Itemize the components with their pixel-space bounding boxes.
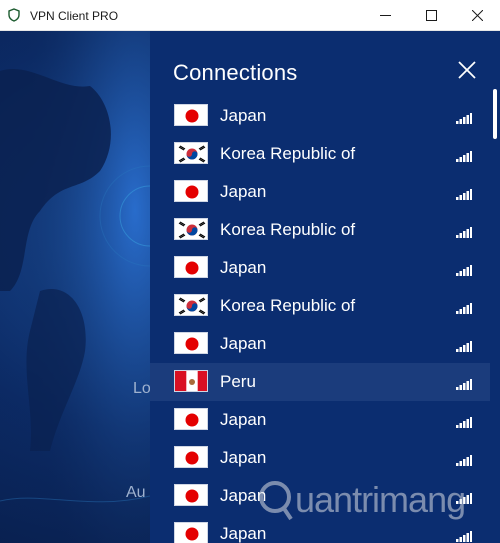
shield-app-icon [8, 8, 20, 22]
close-icon[interactable] [456, 59, 478, 81]
connection-row[interactable]: Japan [150, 401, 490, 439]
signal-bars-icon [456, 111, 472, 124]
signal-bars-icon [456, 339, 472, 352]
panel-title: Connections [173, 60, 298, 85]
connection-row[interactable]: Japan [150, 249, 490, 287]
signal-bars-icon [456, 263, 472, 276]
signal-bars-icon [456, 377, 472, 390]
country-name: Japan [220, 410, 267, 429]
country-name: Japan [220, 448, 267, 467]
maximize-icon [425, 10, 437, 21]
background-label-partial: Au [126, 484, 146, 501]
korea-flag-icon [174, 218, 208, 240]
connection-row[interactable]: Japan [150, 325, 490, 363]
watermark: uantrimang [255, 471, 495, 531]
window-close-button[interactable] [454, 0, 500, 31]
country-name: Japan [220, 182, 267, 201]
connection-row[interactable]: Japan [150, 173, 490, 211]
signal-bars-icon [456, 149, 472, 162]
minimize-button[interactable] [362, 0, 408, 31]
korea-flag-icon [174, 142, 208, 164]
country-name: Korea Republic of [220, 220, 356, 239]
japan-flag-icon [174, 104, 208, 126]
globe-illustration [0, 31, 150, 543]
signal-bars-icon [456, 187, 472, 200]
title-bar: VPN Client PRO [0, 0, 500, 31]
connection-row[interactable]: Korea Republic of [150, 135, 490, 173]
korea-flag-icon [174, 294, 208, 316]
connection-row[interactable]: Peru [150, 363, 490, 401]
country-name: Korea Republic of [220, 296, 356, 315]
signal-bars-icon [456, 453, 472, 466]
japan-flag-icon [174, 180, 208, 202]
connection-row[interactable]: Japan [150, 97, 490, 135]
connection-row[interactable]: Korea Republic of [150, 287, 490, 325]
watermark-logo-icon [259, 481, 293, 521]
country-name: Korea Republic of [220, 144, 356, 163]
watermark-text: uantrimang [295, 479, 466, 520]
connection-row[interactable]: Korea Republic of [150, 211, 490, 249]
connections-panel: Connections Japan Korea Republic of Japan K… [150, 31, 500, 543]
background-label-partial: Lo [133, 380, 151, 397]
country-name: Japan [220, 334, 267, 353]
japan-flag-icon [174, 484, 208, 506]
minimize-icon [379, 15, 391, 16]
country-name: Japan [220, 106, 267, 125]
country-name: Peru [220, 372, 256, 391]
japan-flag-icon [174, 256, 208, 278]
country-name: Japan [220, 258, 267, 277]
japan-flag-icon [174, 446, 208, 468]
signal-bars-icon [456, 301, 472, 314]
japan-flag-icon [174, 408, 208, 430]
window-title: VPN Client PRO [30, 9, 119, 23]
close-icon [471, 10, 483, 21]
japan-flag-icon [174, 332, 208, 354]
peru-flag-icon [174, 370, 208, 392]
signal-bars-icon [456, 415, 472, 428]
maximize-button[interactable] [408, 0, 454, 31]
scrollbar-thumb[interactable] [493, 89, 497, 139]
japan-flag-icon [174, 522, 208, 543]
signal-bars-icon [456, 225, 472, 238]
